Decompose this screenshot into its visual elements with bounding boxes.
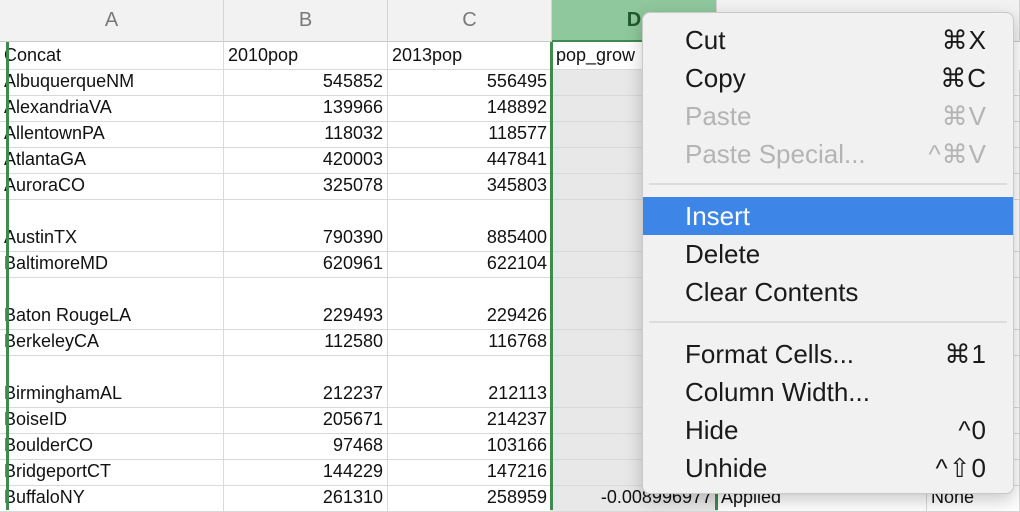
cell-2013pop[interactable]: 345803 [388, 174, 552, 200]
menu-item-cut[interactable]: Cut ⌘X [643, 21, 1013, 59]
cell-2010pop[interactable]: 325078 [224, 174, 388, 200]
cell-concat[interactable]: BridgeportCT [0, 460, 224, 486]
cell-2013pop[interactable]: 447841 [388, 148, 552, 174]
cell-concat[interactable]: AuroraCO [0, 174, 224, 200]
context-menu: Cut ⌘X Copy ⌘C Paste ⌘V Paste Special...… [642, 12, 1014, 494]
cell-concat[interactable]: BoulderCO [0, 434, 224, 460]
column-header-c[interactable]: C [388, 0, 552, 42]
menu-item-label: Insert [685, 200, 751, 231]
cell-2013pop[interactable]: 214237 [388, 408, 552, 434]
menu-separator [649, 183, 1007, 185]
cell-concat[interactable]: AtlantaGA [0, 148, 224, 174]
menu-item-column-width[interactable]: Column Width... [643, 373, 1013, 411]
cell-2013pop[interactable]: 556495 [388, 70, 552, 96]
cell-2013pop[interactable]: 258959 [388, 486, 552, 512]
menu-item-label: Copy [685, 62, 746, 93]
cell-2013pop[interactable]: 116768 [388, 330, 552, 356]
menu-shortcut: ⌘C [940, 62, 987, 93]
cell-concat[interactable]: BirminghamAL [0, 356, 224, 408]
menu-item-label: Paste Special... [685, 138, 866, 169]
column-d-selection-border [550, 42, 553, 510]
cell-2010pop[interactable]: 545852 [224, 70, 388, 96]
cell-2013pop[interactable]: 622104 [388, 252, 552, 278]
cell-2013pop[interactable]: 148892 [388, 96, 552, 122]
menu-item-paste[interactable]: Paste ⌘V [643, 97, 1013, 135]
menu-item-insert[interactable]: Insert [643, 197, 1013, 235]
menu-shortcut: ⌘1 [944, 338, 987, 369]
menu-separator [649, 321, 1007, 323]
menu-item-delete[interactable]: Delete [643, 235, 1013, 273]
cell-2013pop[interactable]: 147216 [388, 460, 552, 486]
menu-shortcut: ^⇧0 [935, 452, 987, 483]
menu-shortcut: ⌘V [941, 100, 987, 131]
cell-2010pop[interactable]: 790390 [224, 200, 388, 252]
menu-item-label: Unhide [685, 452, 768, 483]
cell-2013pop[interactable]: 885400 [388, 200, 552, 252]
cell-2010pop[interactable]: 229493 [224, 278, 388, 330]
cell-concat[interactable]: AlexandriaVA [0, 96, 224, 122]
cell-2013pop[interactable]: 229426 [388, 278, 552, 330]
cell-concat[interactable]: BoiseID [0, 408, 224, 434]
menu-item-label: Delete [685, 238, 761, 269]
cell-2010pop[interactable]: 205671 [224, 408, 388, 434]
menu-item-clear-contents[interactable]: Clear Contents [643, 273, 1013, 311]
header-cell-concat[interactable]: Concat [0, 42, 224, 70]
cell-2010pop[interactable]: 139966 [224, 96, 388, 122]
cell-concat[interactable]: BerkeleyCA [0, 330, 224, 356]
menu-item-label: Paste [685, 100, 752, 131]
cell-concat[interactable]: AllentownPA [0, 122, 224, 148]
menu-item-label: Cut [685, 24, 726, 55]
cell-2010pop[interactable]: 620961 [224, 252, 388, 278]
menu-item-unhide[interactable]: Unhide ^⇧0 [643, 449, 1013, 487]
column-header-b[interactable]: B [224, 0, 388, 42]
cell-concat[interactable]: AustinTX [0, 200, 224, 252]
menu-shortcut: ^⌘V [928, 138, 987, 169]
menu-item-paste-special[interactable]: Paste Special... ^⌘V [643, 135, 1013, 173]
menu-item-format-cells[interactable]: Format Cells... ⌘1 [643, 335, 1013, 373]
menu-item-hide[interactable]: Hide ^0 [643, 411, 1013, 449]
column-header-a[interactable]: A [0, 0, 224, 42]
menu-item-label: Column Width... [685, 376, 870, 407]
cell-2010pop[interactable]: 144229 [224, 460, 388, 486]
cell-2010pop[interactable]: 261310 [224, 486, 388, 512]
menu-item-label: Hide [685, 414, 739, 445]
cell-2010pop[interactable]: 97468 [224, 434, 388, 460]
menu-shortcut: ⌘X [941, 24, 987, 55]
cell-concat[interactable]: AlbuquerqueNM [0, 70, 224, 96]
menu-item-label: Clear Contents [685, 276, 859, 307]
menu-item-copy[interactable]: Copy ⌘C [643, 59, 1013, 97]
cell-concat[interactable]: BaltimoreMD [0, 252, 224, 278]
cell-2013pop[interactable]: 118577 [388, 122, 552, 148]
selection-edge-left [6, 42, 9, 510]
cell-2010pop[interactable]: 118032 [224, 122, 388, 148]
menu-item-label: Format Cells... [685, 338, 855, 369]
cell-2013pop[interactable]: 103166 [388, 434, 552, 460]
cell-concat[interactable]: BuffaloNY [0, 486, 224, 512]
cell-2010pop[interactable]: 112580 [224, 330, 388, 356]
cell-2013pop[interactable]: 212113 [388, 356, 552, 408]
cell-2010pop[interactable]: 212237 [224, 356, 388, 408]
header-cell-2010pop[interactable]: 2010pop [224, 42, 388, 70]
cell-2010pop[interactable]: 420003 [224, 148, 388, 174]
header-cell-2013pop[interactable]: 2013pop [388, 42, 552, 70]
menu-shortcut: ^0 [958, 414, 987, 445]
cell-concat[interactable]: Baton RougeLA [0, 278, 224, 330]
